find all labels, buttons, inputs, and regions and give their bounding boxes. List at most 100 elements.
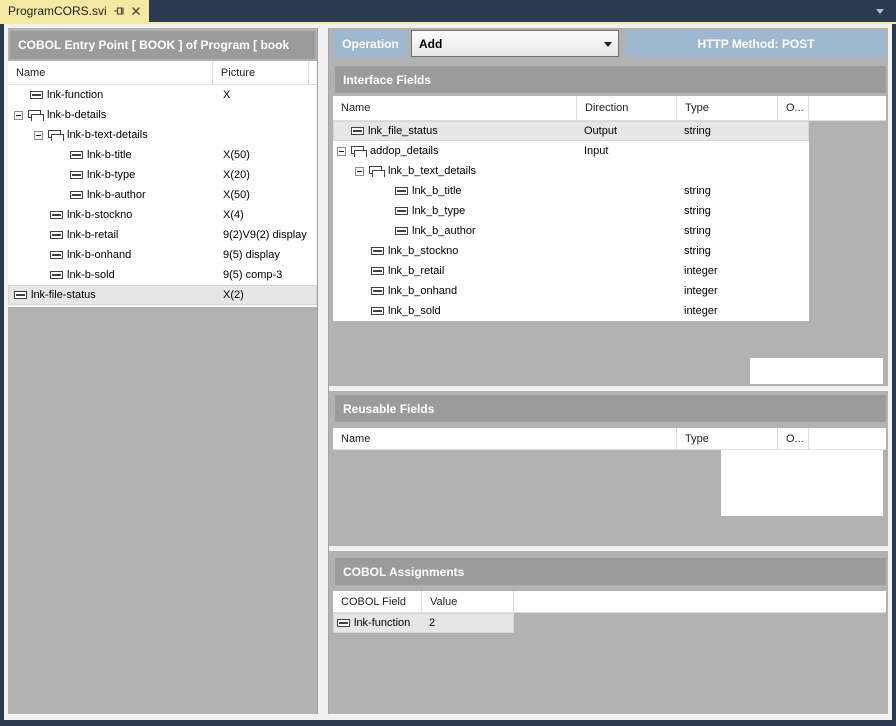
- tree-row[interactable]: addop_detailsInput: [333, 141, 809, 161]
- tree-row[interactable]: lnk_b_text_details: [333, 161, 809, 181]
- group-icon: [351, 146, 367, 157]
- tree-row[interactable]: lnk-function2: [333, 613, 514, 633]
- tree-row[interactable]: lnk_b_sold integer: [333, 301, 809, 321]
- column-header-name[interactable]: Name: [333, 96, 577, 120]
- cell-name: lnk_b_author: [333, 225, 577, 237]
- tree-row[interactable]: lnk_b_titlestring: [333, 181, 809, 201]
- tree-row[interactable]: lnk-functionX: [8, 85, 317, 105]
- left-tree-body: lnk-functionXlnk-b-details lnk-b-text-det…: [8, 85, 317, 305]
- tree-row-label: lnk-file-status: [31, 289, 96, 301]
- tree-row-label: lnk-b-onhand: [67, 249, 131, 261]
- field-icon: [395, 227, 408, 235]
- cell-name: lnk-b-onhand: [8, 249, 215, 261]
- tree-row[interactable]: lnk-b-stocknoX(4): [8, 205, 317, 225]
- reusable-fields-table-header: Name Type O...: [333, 428, 886, 450]
- tree-row-label: lnk-b-stockno: [67, 209, 132, 221]
- pin-icon[interactable]: [113, 5, 125, 17]
- field-icon: [371, 287, 384, 295]
- tree-row-label: lnk_file_status: [368, 125, 438, 137]
- cell-name: lnk-file-status: [8, 289, 215, 301]
- tree-row[interactable]: lnk-b-onhand9(5) display: [8, 245, 317, 265]
- tree-row[interactable]: lnk_file_statusOutputstring: [333, 121, 809, 141]
- cell-name: lnk-b-title: [8, 149, 215, 161]
- tree-row[interactable]: lnk_b_stocknostring: [333, 241, 809, 261]
- column-header-direction[interactable]: Direction: [577, 96, 677, 120]
- operation-select[interactable]: Add: [411, 30, 619, 57]
- field-icon: [50, 271, 63, 279]
- field-icon: [70, 171, 83, 179]
- field-icon: [371, 247, 384, 255]
- field-icon: [351, 127, 364, 135]
- cobol-entry-point-panel: COBOL Entry Point [ BOOK ] of Program [ …: [8, 28, 318, 714]
- column-header-cobol-field[interactable]: COBOL Field: [333, 591, 422, 612]
- tree-row[interactable]: lnk-b-titleX(50): [8, 145, 317, 165]
- cell-type: string: [677, 225, 778, 237]
- collapse-expander-icon[interactable]: [355, 167, 364, 176]
- cell-name: lnk-b-text-details: [8, 129, 215, 141]
- tree-row[interactable]: lnk-b-text-details: [8, 125, 317, 145]
- field-icon: [70, 191, 83, 199]
- tree-row[interactable]: lnk-b-typeX(20): [8, 165, 317, 185]
- cell-type: integer: [677, 305, 778, 317]
- tree-row[interactable]: lnk-b-authorX(50): [8, 185, 317, 205]
- document-frame: COBOL Entry Point [ BOOK ] of Program [ …: [4, 24, 892, 720]
- column-header-value[interactable]: Value: [422, 591, 514, 612]
- entry-point-table-header: Name Picture: [8, 61, 317, 85]
- column-header-filler: [309, 61, 317, 84]
- cell-name: lnk_b_sold: [333, 305, 577, 317]
- cell-type: integer: [677, 265, 778, 277]
- cell-name: addop_details: [333, 145, 577, 157]
- tree-row[interactable]: lnk_b_retailinteger: [333, 261, 809, 281]
- cobol-assignments-table-header: COBOL Field Value: [333, 591, 886, 613]
- cell-name: lnk-b-stockno: [8, 209, 215, 221]
- field-icon: [50, 251, 63, 259]
- collapse-expander-icon[interactable]: [337, 147, 346, 156]
- column-header-type[interactable]: Type: [677, 96, 778, 120]
- tree-row-label: lnk_b_title: [412, 185, 462, 197]
- cell-picture: X(50): [215, 149, 317, 161]
- close-icon[interactable]: [131, 6, 141, 16]
- cell-name: lnk-b-retail: [8, 229, 215, 241]
- tree-row-label: lnk_b_sold: [388, 305, 441, 317]
- section-divider: [329, 386, 888, 391]
- cell-name: lnk_b_title: [333, 185, 577, 197]
- tab-programcors[interactable]: ProgramCORS.svi: [0, 0, 149, 22]
- tree-row[interactable]: lnk-file-statusX(2): [8, 285, 317, 305]
- operation-selected-value: Add: [419, 37, 442, 51]
- tree-row-label: lnk_b_stockno: [388, 245, 458, 257]
- cell-name: lnk-function: [333, 617, 422, 629]
- tree-row[interactable]: lnk-b-details: [8, 105, 317, 125]
- tree-row[interactable]: lnk_b_typestring: [333, 201, 809, 221]
- reusable-fields-empty-box: [721, 450, 883, 516]
- tree-row-label: lnk_b_text_details: [388, 165, 476, 177]
- field-icon: [395, 207, 408, 215]
- column-header-filler: [809, 96, 886, 120]
- http-method-label: HTTP Method: POST: [626, 30, 886, 57]
- collapse-expander-icon[interactable]: [14, 111, 23, 120]
- cell-direction: Input: [577, 145, 677, 157]
- cobol-assignments-title: COBOL Assignments: [335, 558, 886, 585]
- panel-splitter[interactable]: [318, 28, 328, 714]
- column-header-name[interactable]: Name: [8, 61, 213, 84]
- combo-arrow-icon[interactable]: [604, 42, 612, 47]
- column-header-o[interactable]: O...: [778, 428, 809, 449]
- cell-type: string: [677, 205, 778, 217]
- tab-strip: ProgramCORS.svi: [0, 0, 896, 22]
- tree-row[interactable]: lnk-b-sold9(5) comp-3: [8, 265, 317, 285]
- tree-row[interactable]: lnk-b-retail9(2)V9(2) display: [8, 225, 317, 245]
- column-header-type[interactable]: Type: [677, 428, 778, 449]
- group-icon: [48, 130, 64, 141]
- tab-title: ProgramCORS.svi: [8, 4, 107, 18]
- tree-row[interactable]: lnk_b_author string: [333, 221, 809, 241]
- cell-name: lnk-b-author: [8, 189, 215, 201]
- column-header-o[interactable]: O...: [778, 96, 809, 120]
- cell-picture: X(50): [215, 189, 317, 201]
- document-well-dropdown-caret-icon[interactable]: [876, 9, 884, 14]
- field-icon: [30, 91, 43, 99]
- column-header-picture[interactable]: Picture: [213, 61, 309, 84]
- tree-row-label: lnk-b-text-details: [67, 129, 148, 141]
- tree-row[interactable]: lnk_b_onhandinteger: [333, 281, 809, 301]
- column-header-name[interactable]: Name: [333, 428, 677, 449]
- collapse-expander-icon[interactable]: [34, 131, 43, 140]
- tree-row-label: lnk-function: [354, 617, 410, 629]
